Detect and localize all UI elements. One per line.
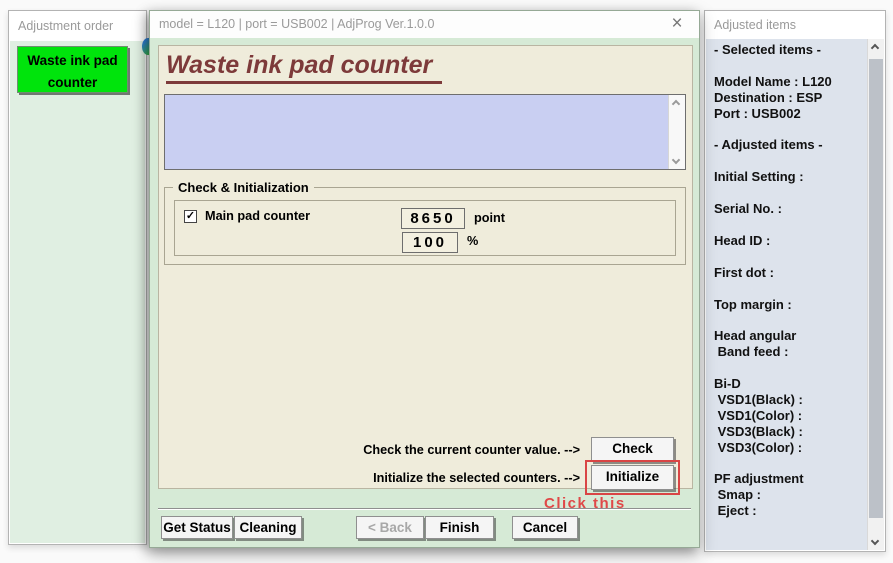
adjusted-item-line: Eject : <box>714 503 757 519</box>
adjusted-items-list: - Selected items - Model Name : L120 Dest… <box>706 39 867 550</box>
cleaning-button[interactable]: Cleaning <box>234 516 302 539</box>
adjusted-item-line: - Adjusted items - <box>714 137 823 153</box>
adjusted-items-content: - Selected items - Model Name : L120 Dest… <box>706 39 884 550</box>
adjusted-item-line <box>714 312 867 328</box>
waste-ink-pad-dialog: model = L120 | port = USB002 | AdjProg V… <box>149 10 700 548</box>
adjusted-item-line: Destination : ESP <box>714 89 823 105</box>
check-instruction-label: Check the current counter value. --> <box>363 443 580 457</box>
adjusted-item-line <box>714 249 867 265</box>
adjusted-item-line: VSD1(Black) : <box>714 391 803 407</box>
adjusted-item-line: VSD1(Color) : <box>714 407 803 423</box>
dialog-content-panel: Waste ink pad counter Check & Initializa… <box>158 45 693 495</box>
adjusted-item-line: Serial No. : <box>714 201 782 217</box>
notice-textarea[interactable] <box>164 94 686 170</box>
adjusted-item-line: VSD3(Black) : <box>714 423 803 439</box>
adjusted-item-line <box>714 153 867 169</box>
adjusted-item-line <box>714 360 867 376</box>
dialog-title: model = L120 | port = USB002 | AdjProg V… <box>159 17 435 31</box>
scroll-up-icon[interactable] <box>870 43 880 53</box>
adjusted-item-line: Port : USB002 <box>714 105 801 121</box>
adjusted-item-line <box>714 281 867 297</box>
notice-scrollbar[interactable] <box>668 95 685 169</box>
initialize-button[interactable]: Initialize <box>591 465 674 490</box>
adjustment-order-title: Adjustment order <box>18 19 114 33</box>
adjusted-item-line: Bi-D <box>714 376 741 392</box>
dialog-titlebar: model = L120 | port = USB002 | AdjProg V… <box>150 11 699 38</box>
adjusted-item-line: PF adjustment <box>714 471 804 487</box>
check-initialization-legend: Check & Initialization <box>173 180 314 195</box>
adjusted-item-line <box>714 217 867 233</box>
back-button[interactable]: < Back <box>356 516 424 539</box>
scroll-down-icon[interactable] <box>671 155 681 165</box>
footer-separator <box>158 508 691 510</box>
counter-row-panel: ✓ Main pad counter 8650 point 100 % <box>174 200 676 256</box>
counter-value-field[interactable]: 8650 <box>401 208 465 229</box>
cancel-button[interactable]: Cancel <box>512 516 578 539</box>
adjusted-item-line: VSD3(Color) : <box>714 439 803 455</box>
adjusted-item-line: Smap : <box>714 487 761 503</box>
adjusted-item-line <box>714 58 867 74</box>
main-pad-counter-checkbox[interactable]: ✓ <box>184 210 197 223</box>
percent-value-field[interactable]: 100 <box>402 232 458 253</box>
get-status-button[interactable]: Get Status <box>161 516 233 539</box>
adjusted-item-line: Band feed : <box>714 344 789 360</box>
adjustment-order-panel: Adjustment order Waste ink pad counter <box>8 10 147 545</box>
scroll-up-icon[interactable] <box>671 99 681 109</box>
adjustment-order-content: Waste ink pad counter <box>10 41 145 543</box>
adjusted-item-line <box>714 185 867 201</box>
adjusted-item-line: Top margin : <box>714 296 792 312</box>
main-pad-counter-label: Main pad counter <box>205 209 311 223</box>
counter-unit-label: point <box>474 211 506 225</box>
adjusted-item-line: First dot : <box>714 264 774 280</box>
adjusted-items-panel: Adjusted items - Selected items - Model … <box>704 10 886 552</box>
page-title: Waste ink pad counter <box>166 51 443 84</box>
adjusted-item-line: - Selected items - <box>714 42 821 57</box>
adjusted-item-line: Model Name : L120 <box>714 73 832 89</box>
adjusted-items-scrollbar[interactable] <box>867 39 884 550</box>
adjusted-item-line <box>714 456 867 472</box>
initialize-instruction-label: Initialize the selected counters. --> <box>373 471 580 485</box>
percent-unit-label: % <box>467 234 479 248</box>
finish-button[interactable]: Finish <box>425 516 494 539</box>
check-initialization-group: Check & Initialization ✓ Main pad counte… <box>164 180 686 265</box>
adjprog-app: Adjustment order Waste ink pad counter m… <box>0 0 893 563</box>
close-icon[interactable]: × <box>666 12 688 36</box>
scroll-down-icon[interactable] <box>870 536 880 546</box>
adjusted-item-line: Head angular <box>714 328 797 344</box>
adjusted-item-line <box>714 122 867 138</box>
adjusted-items-title: Adjusted items <box>714 18 796 32</box>
check-button[interactable]: Check <box>591 437 674 462</box>
scrollbar-thumb[interactable] <box>869 59 883 518</box>
waste-ink-pad-counter-button[interactable]: Waste ink pad counter <box>17 46 128 93</box>
adjusted-item-line: Head ID : <box>714 232 771 248</box>
adjusted-item-line: Initial Setting : <box>714 169 804 185</box>
